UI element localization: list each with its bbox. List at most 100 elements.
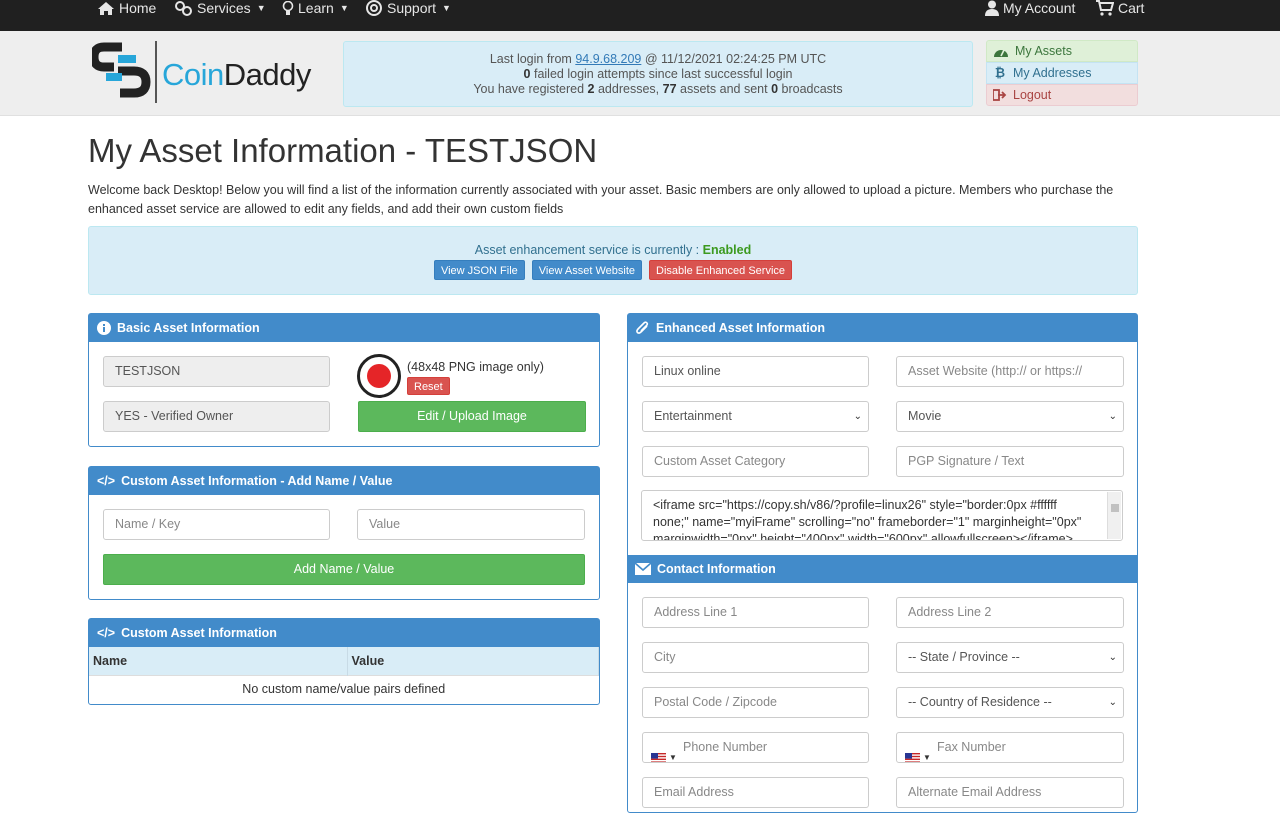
asset-count: 77 bbox=[662, 82, 677, 96]
pgp-signature-input[interactable]: PGP Signature / Text bbox=[896, 446, 1124, 477]
bitcoin-icon: ₿ bbox=[994, 66, 1006, 80]
logout-label: Logout bbox=[1013, 88, 1052, 102]
custom-pairs-table: Name Value No custom name/value pairs de… bbox=[89, 647, 599, 703]
address-line-2-input[interactable]: Address Line 2 bbox=[896, 597, 1124, 628]
chevron-down-icon: ▼ bbox=[339, 3, 349, 13]
login-line1-prefix: Last login from bbox=[489, 52, 572, 66]
registered-assets-text: assets and sent bbox=[680, 82, 768, 96]
chevron-down-icon: ▼ bbox=[256, 3, 266, 13]
last-login-info: Last login from 94.9.68.209 @ 11/12/2021… bbox=[343, 41, 973, 107]
custom-name-input[interactable]: Name / Key bbox=[103, 509, 330, 540]
custom-category-input[interactable]: Custom Asset Category bbox=[642, 446, 869, 477]
address-line-1-input[interactable]: Address Line 1 bbox=[642, 597, 869, 628]
logout-link[interactable]: Logout bbox=[986, 84, 1138, 106]
us-flag-icon bbox=[651, 752, 666, 762]
coindaddy-logo-mark bbox=[92, 42, 151, 98]
alt-email-input[interactable]: Alternate Email Address bbox=[896, 777, 1124, 808]
disable-service-button[interactable]: Disable Enhanced Service bbox=[649, 260, 793, 280]
nav-services-label: Services bbox=[197, 0, 251, 16]
coindaddy-logo[interactable]: CoinDaddy bbox=[92, 41, 332, 105]
phone-country-select[interactable]: ▼ bbox=[651, 743, 677, 762]
country-select[interactable]: -- Country of Residence -- ⌄ bbox=[896, 687, 1124, 718]
subcategory-value: Movie bbox=[908, 409, 942, 423]
failed-login-text: failed login attempts since last success… bbox=[533, 67, 793, 81]
add-name-value-button[interactable]: Add Name / Value bbox=[103, 554, 585, 585]
email-input[interactable]: Email Address bbox=[642, 777, 869, 808]
nav-services[interactable]: Services ▼ bbox=[175, 0, 266, 16]
view-website-button[interactable]: View Asset Website bbox=[531, 260, 642, 280]
logo-divider bbox=[155, 41, 157, 103]
embed-line-2: none;" name="myiFrame" scrolling="no" fr… bbox=[653, 515, 1082, 529]
status-buttons: View JSON File View Asset Website Disabl… bbox=[89, 260, 1137, 280]
asset-name-field[interactable]: TESTJSON bbox=[103, 356, 330, 387]
upload-image-button[interactable]: Edit / Upload Image bbox=[358, 401, 586, 432]
chevron-down-icon: ⌄ bbox=[1108, 411, 1117, 422]
top-navbar: Home Services ▼ Learn ▼ Support ▼ My Acc… bbox=[0, 0, 1280, 31]
nav-my-account[interactable]: My Account bbox=[985, 0, 1075, 16]
basic-asset-header: Basic Asset Information bbox=[89, 314, 599, 342]
custom-add-panel: </> Custom Asset Information - Add Name … bbox=[88, 466, 600, 600]
address-count: 2 bbox=[587, 82, 595, 96]
postal-code-input[interactable]: Postal Code / Zipcode bbox=[642, 687, 869, 718]
empty-message: No custom name/value pairs defined bbox=[89, 674, 599, 703]
embed-line-3: marginwidth="0px" height="400px" width="… bbox=[653, 532, 1073, 541]
login-line-3: You have registered 2 addresses, 77 asse… bbox=[344, 82, 972, 97]
asset-description-input[interactable]: Linux online bbox=[642, 356, 869, 387]
contact-section: Contact Information bbox=[627, 555, 1138, 583]
dashboard-icon bbox=[994, 49, 1008, 57]
view-json-button[interactable]: View JSON File bbox=[433, 260, 525, 280]
code-icon: </> bbox=[97, 626, 116, 640]
nav-home[interactable]: Home bbox=[97, 0, 156, 16]
custom-value-input[interactable]: Value bbox=[357, 509, 585, 540]
asset-website-input[interactable]: Asset Website (http:// or https:// bbox=[896, 356, 1124, 387]
chevron-down-icon: ▼ bbox=[442, 3, 451, 13]
login-line1-suffix: @ 11/12/2021 02:24:25 PM UTC bbox=[644, 52, 827, 66]
custom-list-header: </> Custom Asset Information bbox=[89, 619, 599, 647]
textarea-scrollbar[interactable] bbox=[1107, 492, 1121, 539]
link-icon bbox=[175, 0, 192, 16]
asset-image[interactable] bbox=[357, 354, 401, 398]
custom-list-title: Custom Asset Information bbox=[121, 626, 277, 640]
reset-image-button[interactable]: Reset bbox=[407, 377, 450, 395]
my-assets-link[interactable]: My Assets bbox=[986, 40, 1138, 62]
subcategory-select[interactable]: Movie ⌄ bbox=[896, 401, 1124, 432]
embed-code-textarea[interactable]: <iframe src="https://copy.sh/v86/?profil… bbox=[641, 490, 1123, 541]
category-select[interactable]: Entertainment ⌄ bbox=[642, 401, 869, 432]
chevron-down-icon: ⌄ bbox=[853, 411, 862, 422]
custom-list-panel: </> Custom Asset Information Name Value … bbox=[88, 618, 600, 705]
fax-input[interactable]: ▼ Fax Number bbox=[896, 732, 1124, 763]
lifebuoy-icon bbox=[366, 0, 382, 16]
contact-header: Contact Information bbox=[627, 555, 1138, 583]
broadcast-count: 0 bbox=[771, 82, 779, 96]
chevron-down-icon: ⌄ bbox=[1108, 652, 1117, 663]
custom-add-title: Custom Asset Information - Add Name / Va… bbox=[121, 474, 393, 488]
enhancement-status: Asset enhancement service is currently :… bbox=[88, 226, 1138, 295]
table-row: No custom name/value pairs defined bbox=[89, 674, 599, 703]
caret-down-icon: ▼ bbox=[923, 753, 931, 762]
enhanced-asset-header: Enhanced Asset Information bbox=[628, 314, 1137, 342]
basic-asset-title: Basic Asset Information bbox=[117, 321, 260, 335]
nav-my-account-label: My Account bbox=[1003, 0, 1076, 16]
owner-status-field[interactable]: YES - Verified Owner bbox=[103, 401, 330, 432]
phone-input[interactable]: ▼ Phone Number bbox=[642, 732, 869, 763]
registered-prefix: You have registered bbox=[473, 82, 585, 96]
basic-asset-panel: Basic Asset Information TESTJSON YES - V… bbox=[88, 313, 600, 447]
nav-learn-label: Learn bbox=[298, 0, 334, 16]
login-line-2: 0 failed login attempts since last succe… bbox=[344, 67, 972, 82]
failed-login-count: 0 bbox=[523, 67, 531, 81]
info-icon bbox=[97, 321, 111, 335]
fax-country-select[interactable]: ▼ bbox=[905, 743, 931, 762]
nav-cart[interactable]: Cart bbox=[1096, 0, 1144, 16]
login-ip-link[interactable]: 94.9.68.209 bbox=[575, 52, 641, 66]
my-addresses-link[interactable]: ₿ My Addresses bbox=[986, 62, 1138, 84]
nav-support[interactable]: Support ▼ bbox=[365, 0, 451, 16]
enhanced-asset-title: Enhanced Asset Information bbox=[656, 321, 826, 335]
col-name: Name bbox=[89, 647, 348, 675]
registered-addresses-text: addresses, bbox=[597, 82, 660, 96]
lightbulb-icon bbox=[282, 0, 294, 15]
logo-wordmark: CoinDaddy bbox=[162, 57, 311, 93]
nav-learn[interactable]: Learn ▼ bbox=[282, 0, 349, 16]
state-select[interactable]: -- State / Province -- ⌄ bbox=[896, 642, 1124, 673]
city-input[interactable]: City bbox=[642, 642, 869, 673]
custom-add-header: </> Custom Asset Information - Add Name … bbox=[89, 467, 599, 495]
